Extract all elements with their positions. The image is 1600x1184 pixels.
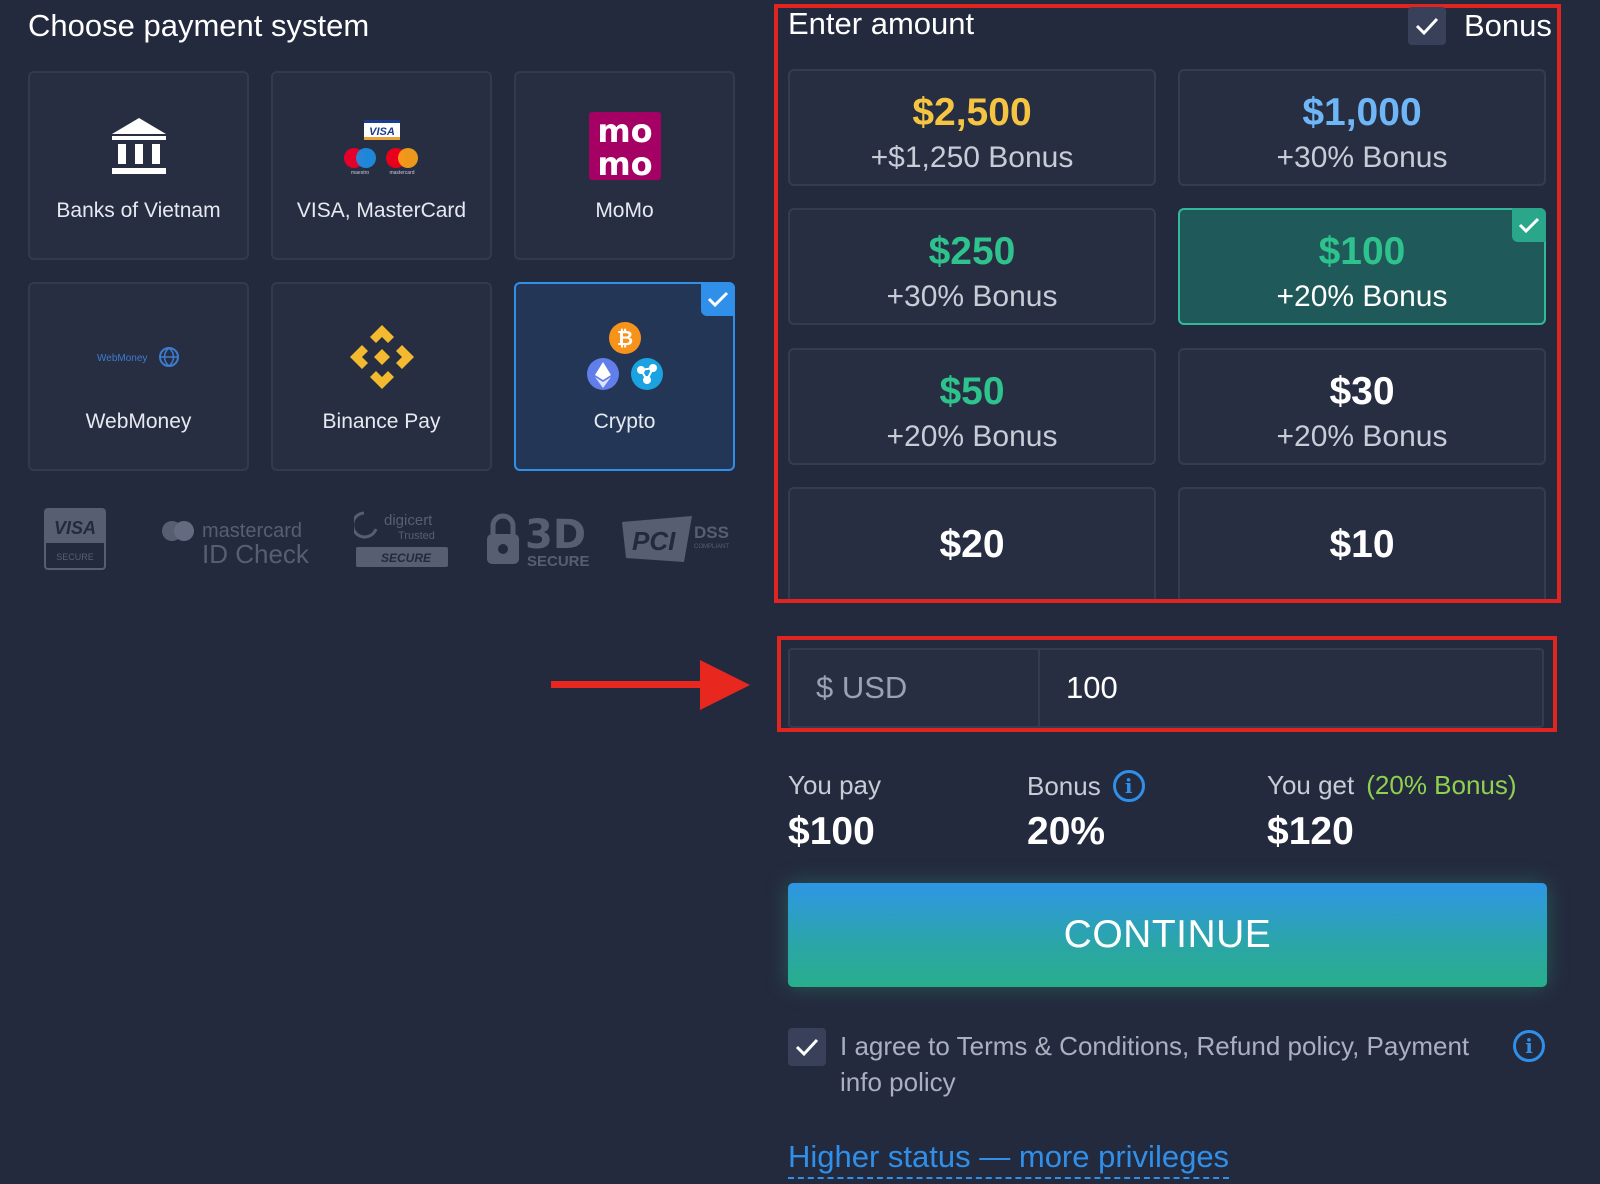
mastercard-logo-text: mastercard [389, 170, 414, 176]
bonus-summary-label-text: Bonus [1027, 770, 1101, 801]
amount-value: $250 [928, 230, 1016, 273]
info-icon[interactable]: i [1112, 770, 1145, 802]
continue-button[interactable]: CONTINUE [788, 883, 1547, 987]
you-pay-value: $100 [788, 810, 875, 853]
crypto-icon: ₿ [516, 312, 733, 402]
amount-bonus: +$1,250 Bonus [870, 141, 1074, 174]
payment-method-banks-of-vietnam[interactable]: Banks of Vietnam [28, 71, 249, 260]
amount-input[interactable] [1040, 650, 1542, 726]
annotation-arrow-shaft [551, 681, 711, 688]
amount-value: $1,000 [1302, 91, 1422, 134]
svg-text:₿: ₿ [616, 326, 632, 350]
pci-text: PCI [632, 526, 676, 556]
payment-method-momo[interactable]: mo mo MoMo [514, 71, 735, 260]
you-pay-label: You pay [788, 770, 881, 801]
3d-text: 3D [525, 512, 586, 558]
digicert-secure-logo: digicert Trusted SECURE [354, 505, 450, 573]
you-pay-label-text: You pay [788, 770, 882, 800]
payment-method-crypto[interactable]: ₿ Crypto [514, 282, 735, 471]
payment-method-label: Binance Pay [322, 410, 441, 433]
terms-info-icon[interactable]: i [1513, 1030, 1545, 1062]
amount-value: $20 [939, 523, 1005, 566]
visa-logo-text: VISA [369, 126, 395, 138]
bonus-checkbox[interactable] [1408, 7, 1446, 45]
visa-secure-text: VISA [54, 518, 96, 538]
amount-option-20[interactable]: $20 [788, 487, 1156, 599]
amount-bonus: +20% Bonus [886, 420, 1058, 453]
payment-method-label: MoMo [595, 199, 654, 222]
amount-bonus: +20% Bonus [1276, 420, 1448, 453]
3d-secure-sub: SECURE [527, 553, 590, 570]
digicert-text: digicert [384, 512, 433, 529]
amount-value: $2,500 [912, 91, 1032, 134]
you-get-value: $120 [1267, 810, 1354, 853]
amount-section-title: Enter amount [788, 6, 975, 41]
payment-section-title: Choose payment system [28, 8, 370, 43]
check-icon [795, 1038, 819, 1057]
amount-bonus: +20% Bonus [1276, 280, 1448, 313]
bank-icon [30, 101, 247, 191]
bonus-summary-label: Bonus i [1027, 770, 1145, 802]
you-get-bonus-text: (20% Bonus) [1366, 770, 1517, 800]
3d-secure-logo: 3D SECURE [485, 505, 595, 573]
payment-method-label: WebMoney [85, 410, 192, 433]
pci-dss-logo: PCI DSS COMPLIANT [622, 505, 732, 573]
mastercard-id-check-logo: mastercard ID Check [158, 505, 318, 573]
amount-value: $100 [1318, 230, 1406, 273]
amount-value: $50 [939, 370, 1005, 413]
digicert-trusted-text: Trusted [398, 530, 435, 542]
amount-option-250[interactable]: $250 +30% Bonus [788, 208, 1156, 325]
annotation-arrow-head [700, 660, 750, 710]
dss-text: DSS [694, 523, 729, 542]
id-check-text: ID Check [202, 539, 310, 569]
payment-method-binance-pay[interactable]: Binance Pay [271, 282, 492, 471]
visa-secure-sub: SECURE [56, 552, 94, 562]
terms-text: I agree to Terms & Conditions, Refund po… [840, 1031, 1470, 1097]
amount-value: $30 [1329, 370, 1395, 413]
currency-label: $ USD [790, 650, 1040, 726]
amount-option-1000[interactable]: $1,000 +30% Bonus [1178, 69, 1546, 186]
visa-mastercard-logo: VISA maestro mastercard [273, 101, 490, 191]
bonus-summary-value: 20% [1027, 810, 1106, 853]
payment-method-webmoney[interactable]: WebMoney WebMoney [28, 282, 249, 471]
you-get-label-text: You get [1267, 770, 1355, 800]
amount-bonus: +30% Bonus [1276, 141, 1448, 174]
higher-status-link[interactable]: Higher status — more privileges [788, 1137, 1230, 1179]
amount-option-30[interactable]: $30 +20% Bonus [1178, 348, 1546, 465]
check-icon [1415, 17, 1439, 36]
visa-secure-logo: VISA SECURE [44, 505, 106, 573]
momo-logo: mo mo [516, 101, 733, 191]
payment-method-label: VISA, MasterCard [296, 199, 467, 222]
maestro-logo-text: maestro [350, 170, 368, 176]
binance-icon [273, 312, 490, 402]
digicert-badge-text: SECURE [381, 551, 432, 565]
webmoney-logo: WebMoney [30, 312, 247, 402]
amount-option-50[interactable]: $50 +20% Bonus [788, 348, 1156, 465]
bonus-toggle[interactable]: Bonus [1408, 6, 1552, 46]
payment-method-label: Banks of Vietnam [56, 199, 221, 222]
amount-option-10[interactable]: $10 [1178, 487, 1546, 599]
amount-option-2500[interactable]: $2,500 +$1,250 Bonus [788, 69, 1156, 186]
terms-checkbox[interactable] [788, 1028, 826, 1066]
selected-check-icon [701, 282, 735, 316]
amount-value: $10 [1329, 523, 1395, 566]
amount-bonus: +30% Bonus [886, 280, 1058, 313]
amount-input-group: $ USD [788, 648, 1544, 728]
pci-compliant-text: COMPLIANT [694, 544, 729, 550]
bonus-toggle-label: Bonus [1464, 8, 1552, 43]
momo-logo-line2: mo [597, 145, 652, 180]
payment-method-visa-mastercard[interactable]: VISA maestro mastercard VISA, MasterCard [271, 71, 492, 260]
payment-method-label: Crypto [593, 410, 656, 433]
amount-option-100[interactable]: $100 +20% Bonus [1178, 208, 1546, 325]
you-get-label: You get (20% Bonus) [1267, 770, 1517, 801]
webmoney-logo-text: WebMoney [97, 353, 147, 364]
